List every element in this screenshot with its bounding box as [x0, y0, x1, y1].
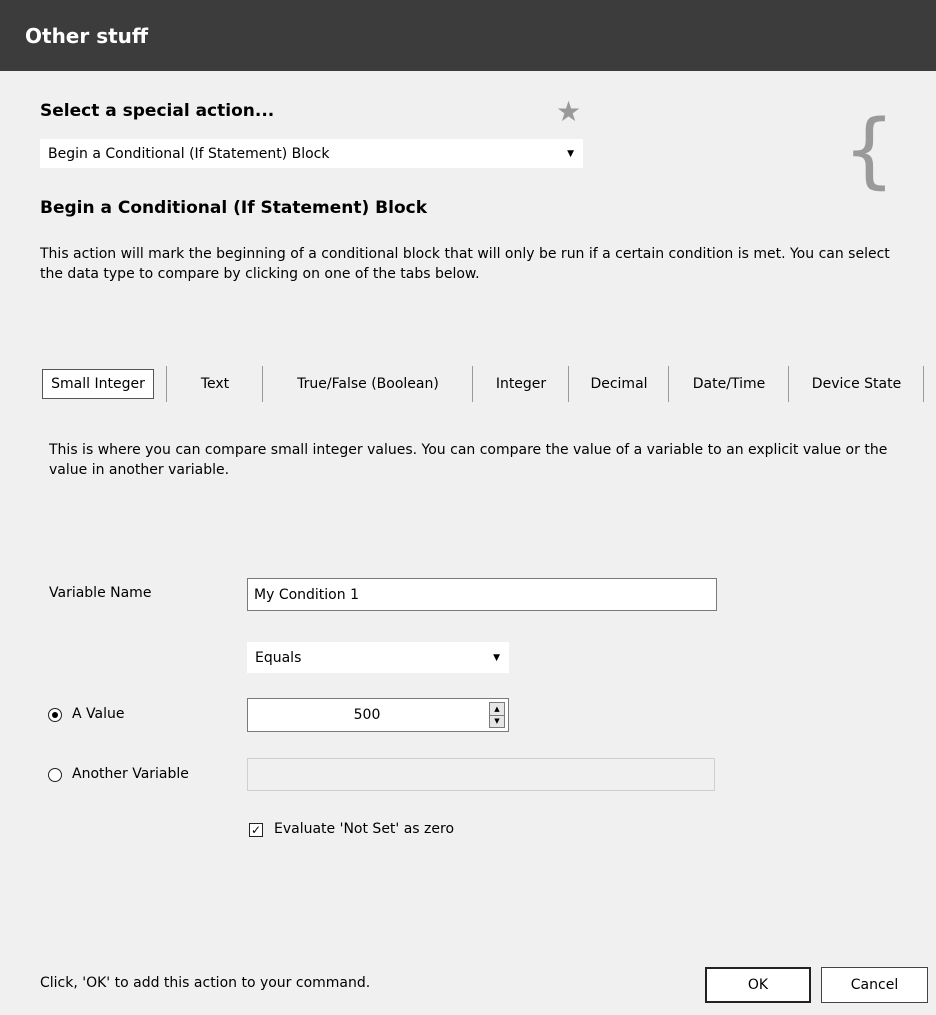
- window-title: Other stuff: [25, 23, 149, 48]
- action-title: Begin a Conditional (If Statement) Block: [40, 198, 428, 218]
- special-action-value: Begin a Conditional (If Statement) Block: [48, 145, 330, 162]
- tab-label: Text: [200, 376, 230, 392]
- dropdown-arrow-icon: ▼: [493, 652, 500, 663]
- operator-dropdown[interactable]: Equals ▼: [247, 642, 509, 673]
- operator-value: Equals: [255, 649, 302, 666]
- tab-text[interactable]: Text: [167, 366, 263, 402]
- star-icon[interactable]: ★: [556, 95, 581, 128]
- cancel-button-label: Cancel: [850, 977, 899, 993]
- tab-decimal[interactable]: Decimal: [569, 366, 669, 402]
- spinner-up-icon[interactable]: ▲: [490, 703, 504, 716]
- tab-label: Date/Time: [692, 376, 766, 392]
- special-action-dropdown[interactable]: Begin a Conditional (If Statement) Block…: [40, 139, 583, 168]
- a-value-radio[interactable]: [48, 708, 62, 722]
- brace-icon: {: [843, 103, 896, 198]
- tab-label: True/False (Boolean): [297, 376, 439, 392]
- evaluate-not-set-checkbox[interactable]: ✓: [249, 823, 263, 837]
- ok-button[interactable]: OK: [705, 967, 811, 1003]
- a-value-number: 500: [353, 707, 381, 723]
- a-value-spinner[interactable]: 500 ▲ ▼: [247, 698, 509, 732]
- data-type-tabs: Small Integer Text True/False (Boolean) …: [35, 366, 924, 402]
- spinner-buttons[interactable]: ▲ ▼: [489, 702, 505, 728]
- tab-small-integer[interactable]: Small Integer: [35, 366, 167, 402]
- window-title-bar: Other stuff: [0, 0, 936, 71]
- action-description: This action will mark the beginning of a…: [40, 246, 890, 282]
- another-variable-label: Another Variable: [72, 766, 189, 782]
- tab-boolean[interactable]: True/False (Boolean): [263, 366, 473, 402]
- a-value-label: A Value: [72, 706, 125, 722]
- select-action-heading: Select a special action...: [40, 101, 275, 121]
- cancel-button[interactable]: Cancel: [821, 967, 928, 1003]
- variable-name-input[interactable]: My Condition 1: [247, 578, 717, 611]
- variable-name-value: My Condition 1: [254, 586, 359, 603]
- another-variable-input[interactable]: [247, 758, 715, 791]
- another-variable-radio[interactable]: [48, 768, 62, 782]
- tab-label: Integer: [495, 376, 547, 392]
- tab-label: Decimal: [590, 376, 648, 392]
- tab-device-state[interactable]: Device State: [789, 366, 924, 402]
- tab-label: Small Integer: [42, 369, 154, 399]
- footer-hint: Click, 'OK' to add this action to your c…: [40, 975, 371, 991]
- dropdown-arrow-icon: ▼: [567, 148, 574, 159]
- variable-name-label: Variable Name: [49, 585, 152, 601]
- tab-panel-description: This is where you can compare small inte…: [49, 442, 888, 478]
- evaluate-not-set-label: Evaluate 'Not Set' as zero: [274, 821, 455, 837]
- tab-date-time[interactable]: Date/Time: [669, 366, 789, 402]
- tab-integer[interactable]: Integer: [473, 366, 569, 402]
- ok-button-label: OK: [747, 977, 769, 993]
- tab-label: Device State: [811, 376, 902, 392]
- spinner-down-icon[interactable]: ▼: [490, 715, 504, 727]
